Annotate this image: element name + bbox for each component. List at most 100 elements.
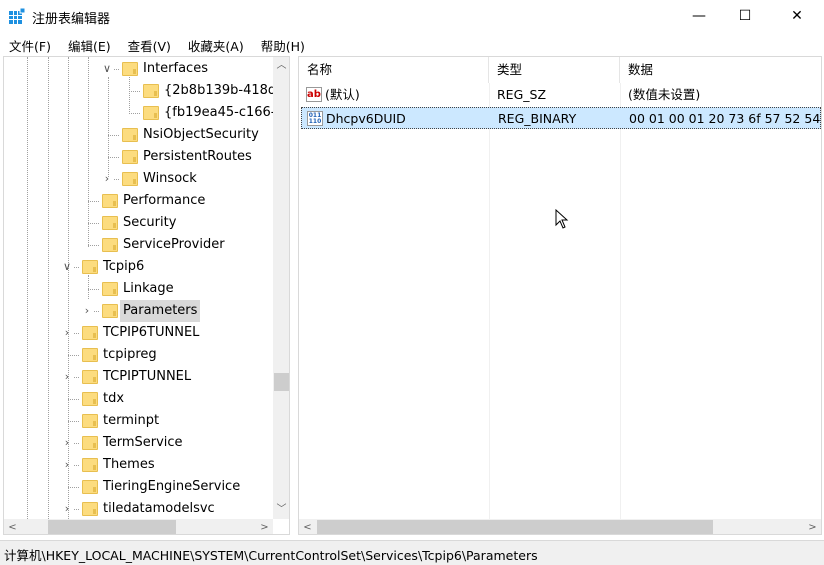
tree-connector <box>108 157 119 158</box>
tree-item[interactable]: › Winsock <box>4 168 273 190</box>
tree-item-label: TieringEngineService <box>103 479 241 494</box>
menu-help[interactable]: 帮助(H) <box>252 33 313 55</box>
tree-item[interactable]: › tiledatamodelsvc <box>4 498 273 520</box>
scroll-left-arrow-icon[interactable]: < <box>299 519 316 534</box>
column-header-name[interactable]: 名称 <box>299 57 489 83</box>
column-divider <box>489 83 490 519</box>
tree-connector <box>88 201 99 202</box>
tree-item[interactable]: {2b8b139b-418d- <box>4 80 281 102</box>
value-row[interactable]: 011 110 Dhcpv6DUID REG_BINARY 00 01 00 01 2… <box>301 107 821 129</box>
mouse-cursor-icon <box>555 209 569 229</box>
list-horizontal-scrollbar[interactable]: < > <box>299 519 821 534</box>
tree-item[interactable]: tdx <box>4 388 273 410</box>
value-type: REG_SZ <box>497 87 547 102</box>
tree-item[interactable]: terminpt <box>4 410 273 432</box>
folder-icon <box>122 128 138 142</box>
scrollbar-thumb[interactable] <box>48 520 176 534</box>
tree-item[interactable]: ∨ Tcpip6 <box>4 256 273 278</box>
chevron-down-icon[interactable]: ∨ <box>61 256 73 278</box>
tree-connector <box>88 289 99 290</box>
chevron-down-icon[interactable]: ∨ <box>101 58 113 80</box>
registry-tree[interactable]: ∨ Interfaces {2b8b139b-418d- {fb19ea45-c166… <box>3 56 290 535</box>
tree-item[interactable]: › TCPIP6TUNNEL <box>4 322 273 344</box>
folder-icon <box>143 84 159 98</box>
maximize-button[interactable]: ☐ <box>722 0 768 32</box>
tree-item[interactable]: tcpipreg <box>4 344 273 366</box>
tree-connector <box>94 311 99 312</box>
scroll-up-arrow-icon[interactable]: ︿ <box>273 57 289 74</box>
tree-connector <box>88 223 99 224</box>
binary-value-icon: 011 110 <box>307 111 323 126</box>
tree-item-label: TCPIPTUNNEL <box>103 369 192 384</box>
tree-item-label: Winsock <box>143 171 197 186</box>
tree-item[interactable]: › Themes <box>4 454 273 476</box>
value-data: 00 01 00 01 20 73 6f 57 52 54 <box>629 111 821 126</box>
tree-item[interactable]: › TermService <box>4 432 273 454</box>
tree-connector <box>74 333 79 334</box>
tree-item-label: tcpipreg <box>103 347 157 362</box>
tree-connector <box>114 69 119 70</box>
scroll-down-arrow-icon[interactable]: ﹀ <box>273 501 289 518</box>
chevron-right-icon[interactable]: › <box>81 300 93 322</box>
tree-item[interactable]: PersistentRoutes <box>4 146 273 168</box>
folder-icon <box>122 62 138 76</box>
tree-item-label: Linkage <box>123 281 174 296</box>
column-header-data[interactable]: 数据 <box>620 57 821 83</box>
chevron-right-icon[interactable]: › <box>61 498 73 520</box>
minimize-button[interactable]: — <box>676 0 722 32</box>
tree-item[interactable]: › TCPIPTUNNEL <box>4 366 273 388</box>
tree-connector <box>68 355 79 356</box>
folder-icon <box>102 304 118 318</box>
string-value-icon: ab <box>306 87 322 102</box>
scroll-right-arrow-icon[interactable]: > <box>256 519 273 534</box>
tree-item[interactable]: TieringEngineService <box>4 476 273 498</box>
menu-edit[interactable]: 编辑(E) <box>59 33 119 55</box>
scrollbar-thumb[interactable] <box>274 373 289 391</box>
value-name: Dhcpv6DUID <box>326 111 406 126</box>
tree-item[interactable]: Performance <box>4 190 273 212</box>
tree-item-label: Tcpip6 <box>103 259 145 274</box>
tree-vertical-scrollbar[interactable]: ︿ ﹀ <box>273 57 289 519</box>
chevron-right-icon[interactable]: › <box>61 454 73 476</box>
close-button[interactable]: ✕ <box>774 0 820 32</box>
tree-item-label: tiledatamodelsvc <box>103 501 215 516</box>
title-bar: 注册表编辑器 — ☐ ✕ <box>0 0 824 32</box>
tree-item-label: Themes <box>103 457 155 472</box>
tree-item[interactable]: ServiceProvider <box>4 234 273 256</box>
tree-item[interactable]: › Parameters <box>4 300 273 322</box>
chevron-right-icon[interactable]: › <box>61 366 73 388</box>
folder-icon <box>82 326 98 340</box>
folder-icon <box>82 414 98 428</box>
folder-icon <box>143 106 159 120</box>
value-data: (数值未设置) <box>628 87 701 102</box>
tree-item-label: Parameters <box>120 300 201 322</box>
menu-favorites[interactable]: 收藏夹(A) <box>179 33 252 55</box>
menu-view[interactable]: 查看(V) <box>119 33 179 55</box>
scroll-left-arrow-icon[interactable]: < <box>4 519 21 534</box>
tree-connector <box>68 487 79 488</box>
regedit-app-icon <box>9 8 26 24</box>
tree-item[interactable]: NsiObjectSecurity <box>4 124 273 146</box>
tree-connector <box>108 135 119 136</box>
folder-icon <box>82 436 98 450</box>
menu-file[interactable]: 文件(F) <box>0 33 59 55</box>
tree-item[interactable]: Security <box>4 212 273 234</box>
scroll-right-arrow-icon[interactable]: > <box>804 519 821 534</box>
tree-item-label: TermService <box>103 435 183 450</box>
chevron-right-icon[interactable]: › <box>61 432 73 454</box>
chevron-right-icon[interactable]: › <box>61 322 73 344</box>
tree-item-label: Performance <box>123 193 206 208</box>
value-row[interactable]: ab (默认) REG_SZ (数值未设置) <box>301 84 821 106</box>
tree-item[interactable]: ∨ Interfaces <box>4 58 273 80</box>
tree-item-label: {fb19ea45-c166-1 <box>164 105 284 120</box>
folder-icon <box>82 480 98 494</box>
scrollbar-thumb[interactable] <box>317 520 713 534</box>
tree-item-label: TCPIP6TUNNEL <box>103 325 200 340</box>
values-list[interactable]: 名称 类型 数据 ab (默认) REG_SZ (数值未设置) 011 110 Dhcpv… <box>298 56 822 535</box>
tree-item[interactable]: Linkage <box>4 278 273 300</box>
column-header-type[interactable]: 类型 <box>489 57 620 83</box>
tree-item-label: NsiObjectSecurity <box>143 127 259 142</box>
chevron-right-icon[interactable]: › <box>101 168 113 190</box>
tree-item[interactable]: {fb19ea45-c166-1 <box>4 102 284 124</box>
tree-horizontal-scrollbar[interactable]: < > <box>4 519 273 534</box>
